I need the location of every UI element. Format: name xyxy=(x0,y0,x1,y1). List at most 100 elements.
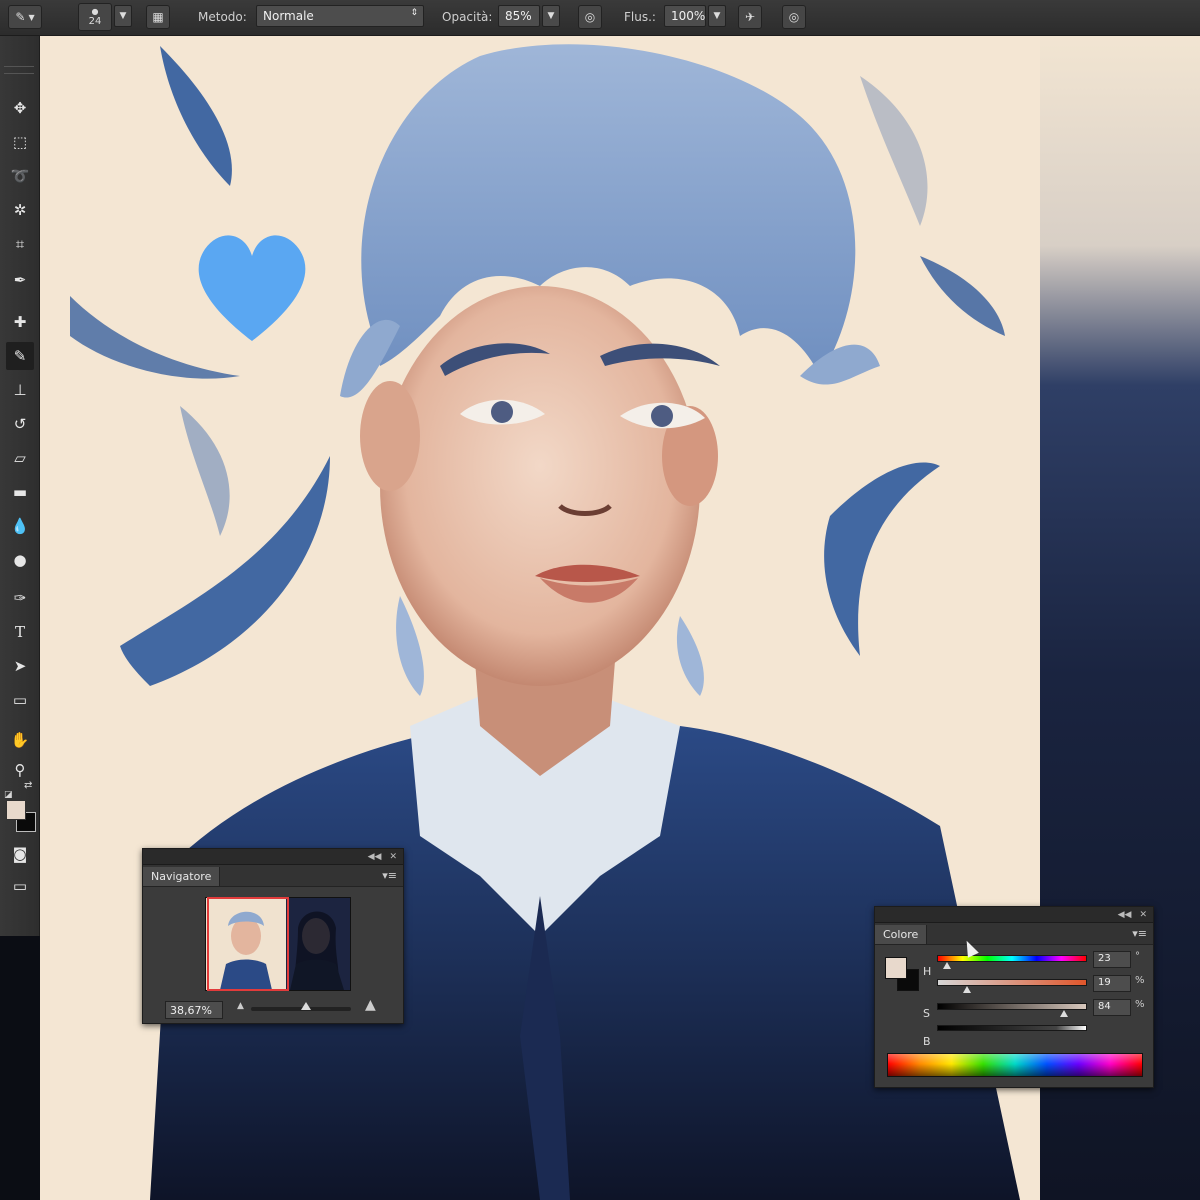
screen-mode-icon: ▭ xyxy=(12,877,28,895)
brightness-slider[interactable] xyxy=(937,1003,1087,1017)
marquee-tool[interactable]: ⬚ xyxy=(6,128,34,156)
flow-value: 100% xyxy=(671,9,706,23)
healing-brush-icon: ✚ xyxy=(13,313,27,331)
panel-menu-icon[interactable]: ▾≡ xyxy=(382,869,403,886)
brightness-input[interactable]: 84 xyxy=(1093,999,1131,1016)
brush-stroke xyxy=(860,76,928,226)
eraser-icon: ▱ xyxy=(14,449,26,467)
move-tool[interactable]: ✥ xyxy=(6,94,34,122)
history-brush-tool[interactable]: ↺ xyxy=(6,410,34,438)
zoom-in-icon[interactable]: ▲ xyxy=(365,997,376,1013)
path-selection-tool[interactable]: ➤ xyxy=(6,652,34,680)
tools-panel: ✥ ⬚ ➰ ✲ ⌗ ✒ ✚ ✎ ⊥ ↺ ▱ ▬ 💧 ● ✑ T ➤ ▭ ✋ ⚲ … xyxy=(0,36,40,936)
brush-tool[interactable]: ✎ xyxy=(6,342,34,370)
tool-preset-picker[interactable]: ✎ ▼ xyxy=(8,5,42,29)
chevron-down-icon: ▼ xyxy=(547,11,555,21)
hand-tool[interactable]: ✋ xyxy=(6,726,34,754)
pen-pressure-icon: ◎ xyxy=(584,10,596,24)
clone-stamp-tool[interactable]: ⊥ xyxy=(6,376,34,404)
brush-size-picker[interactable]: ● 24 xyxy=(78,3,112,31)
brush-size-dropdown[interactable]: ▼ xyxy=(114,5,132,27)
history-brush-icon: ↺ xyxy=(13,415,27,433)
dodge-tool[interactable]: ● xyxy=(6,546,34,574)
opacity-dropdown[interactable]: ▼ xyxy=(542,5,560,27)
brush-panel-toggle[interactable]: ▦ xyxy=(146,5,170,29)
tab-navigator[interactable]: Navigatore xyxy=(143,867,221,886)
foreground-color-swatch[interactable] xyxy=(885,957,907,979)
blur-tool[interactable]: 💧 xyxy=(6,512,34,540)
foreground-color-swatch[interactable] xyxy=(6,800,26,820)
panel-grip[interactable] xyxy=(4,66,34,74)
left-ear xyxy=(360,381,420,491)
magic-wand-tool[interactable]: ✲ xyxy=(6,196,34,224)
saturation-value: 19 xyxy=(1098,977,1111,988)
heart-shape xyxy=(198,235,306,341)
saturation-input[interactable]: 19 xyxy=(1093,975,1131,992)
gradient-icon: ▬ xyxy=(12,483,28,501)
brightness-ramp[interactable] xyxy=(937,1025,1087,1031)
options-bar: ✎ ▼ ● 24 ▼ ▦ Metodo: Normale ⇕ Opacità: … xyxy=(0,0,1200,36)
airbrush-button[interactable]: ✈ xyxy=(738,5,762,29)
pressure-size-button[interactable]: ◎ xyxy=(782,5,806,29)
tab-color[interactable]: Colore xyxy=(875,925,928,944)
zoom-out-icon[interactable]: ▲ xyxy=(237,1001,244,1011)
saturation-slider[interactable] xyxy=(937,979,1087,993)
default-colors-icon: ◪ xyxy=(4,790,13,800)
slider-knob[interactable] xyxy=(1060,1010,1068,1017)
collapse-icon[interactable]: ◀◀ xyxy=(368,852,382,862)
quick-mask-button[interactable]: ◙ xyxy=(6,840,34,868)
rectangle-shape-tool[interactable]: ▭ xyxy=(6,686,34,714)
zoom-icon: ⚲ xyxy=(14,761,26,779)
navigator-view-box[interactable] xyxy=(207,897,289,991)
hue-unit: ° xyxy=(1135,951,1140,962)
pen-tool[interactable]: ✑ xyxy=(6,584,34,612)
brightness-unit: % xyxy=(1135,999,1145,1010)
pen-pressure-icon: ◎ xyxy=(788,10,800,24)
quick-mask-icon: ◙ xyxy=(12,845,28,863)
opacity-input[interactable]: 85% xyxy=(498,5,540,27)
magic-wand-icon: ✲ xyxy=(13,201,27,219)
opacity-label: Opacità: xyxy=(442,10,493,24)
mode-label: Metodo: xyxy=(198,10,247,24)
navigator-zoom-slider[interactable] xyxy=(251,1002,351,1011)
healing-brush-tool[interactable]: ✚ xyxy=(6,308,34,336)
default-colors-button[interactable]: ◪ xyxy=(4,782,16,800)
navigator-zoom-value: 38,67% xyxy=(170,1004,212,1017)
color-panel: ◀◀ ✕ Colore ▾≡ H 23 ° S 19 % B 84 % xyxy=(874,906,1154,1088)
color-spectrum-bar[interactable] xyxy=(887,1053,1143,1077)
eraser-tool[interactable]: ▱ xyxy=(6,444,34,472)
eyedropper-icon: ✒ xyxy=(13,271,27,289)
type-tool[interactable]: T xyxy=(6,618,34,646)
panel-header: Colore ▾≡ xyxy=(875,923,1153,945)
brightness-label: B xyxy=(923,1035,931,1048)
slider-knob[interactable] xyxy=(301,1002,311,1010)
crop-icon: ⌗ xyxy=(15,235,25,253)
hue-input[interactable]: 23 xyxy=(1093,951,1131,968)
brush-dot-icon: ● xyxy=(91,7,99,16)
screen-mode-button[interactable]: ▭ xyxy=(6,872,34,900)
flow-dropdown[interactable]: ▼ xyxy=(708,5,726,27)
hue-slider[interactable] xyxy=(937,955,1087,969)
collapse-icon[interactable]: ◀◀ xyxy=(1118,910,1132,920)
close-icon[interactable]: ✕ xyxy=(389,852,397,862)
slider-knob[interactable] xyxy=(943,962,951,969)
panel-titlebar[interactable]: ◀◀ ✕ xyxy=(143,849,403,865)
lasso-tool[interactable]: ➰ xyxy=(6,162,34,190)
swap-colors-button[interactable]: ⇄ xyxy=(24,780,32,791)
gradient-tool[interactable]: ▬ xyxy=(6,478,34,506)
close-icon[interactable]: ✕ xyxy=(1139,910,1147,920)
slider-knob[interactable] xyxy=(962,986,971,993)
panel-titlebar[interactable]: ◀◀ ✕ xyxy=(875,907,1153,923)
flow-input[interactable]: 100% xyxy=(664,5,706,27)
blend-mode-select[interactable]: Normale ⇕ xyxy=(256,5,424,27)
right-iris xyxy=(651,405,673,427)
pressure-opacity-button[interactable]: ◎ xyxy=(578,5,602,29)
airbrush-icon: ✈ xyxy=(744,10,756,24)
eyedropper-tool[interactable]: ✒ xyxy=(6,266,34,294)
brush-stroke xyxy=(180,406,230,536)
panel-menu-icon[interactable]: ▾≡ xyxy=(1132,927,1153,944)
brightness-value: 84 xyxy=(1098,1001,1111,1012)
crop-tool[interactable]: ⌗ xyxy=(6,230,34,258)
chevron-down-icon: ▼ xyxy=(119,11,127,21)
navigator-zoom-input[interactable]: 38,67% xyxy=(165,1001,223,1019)
